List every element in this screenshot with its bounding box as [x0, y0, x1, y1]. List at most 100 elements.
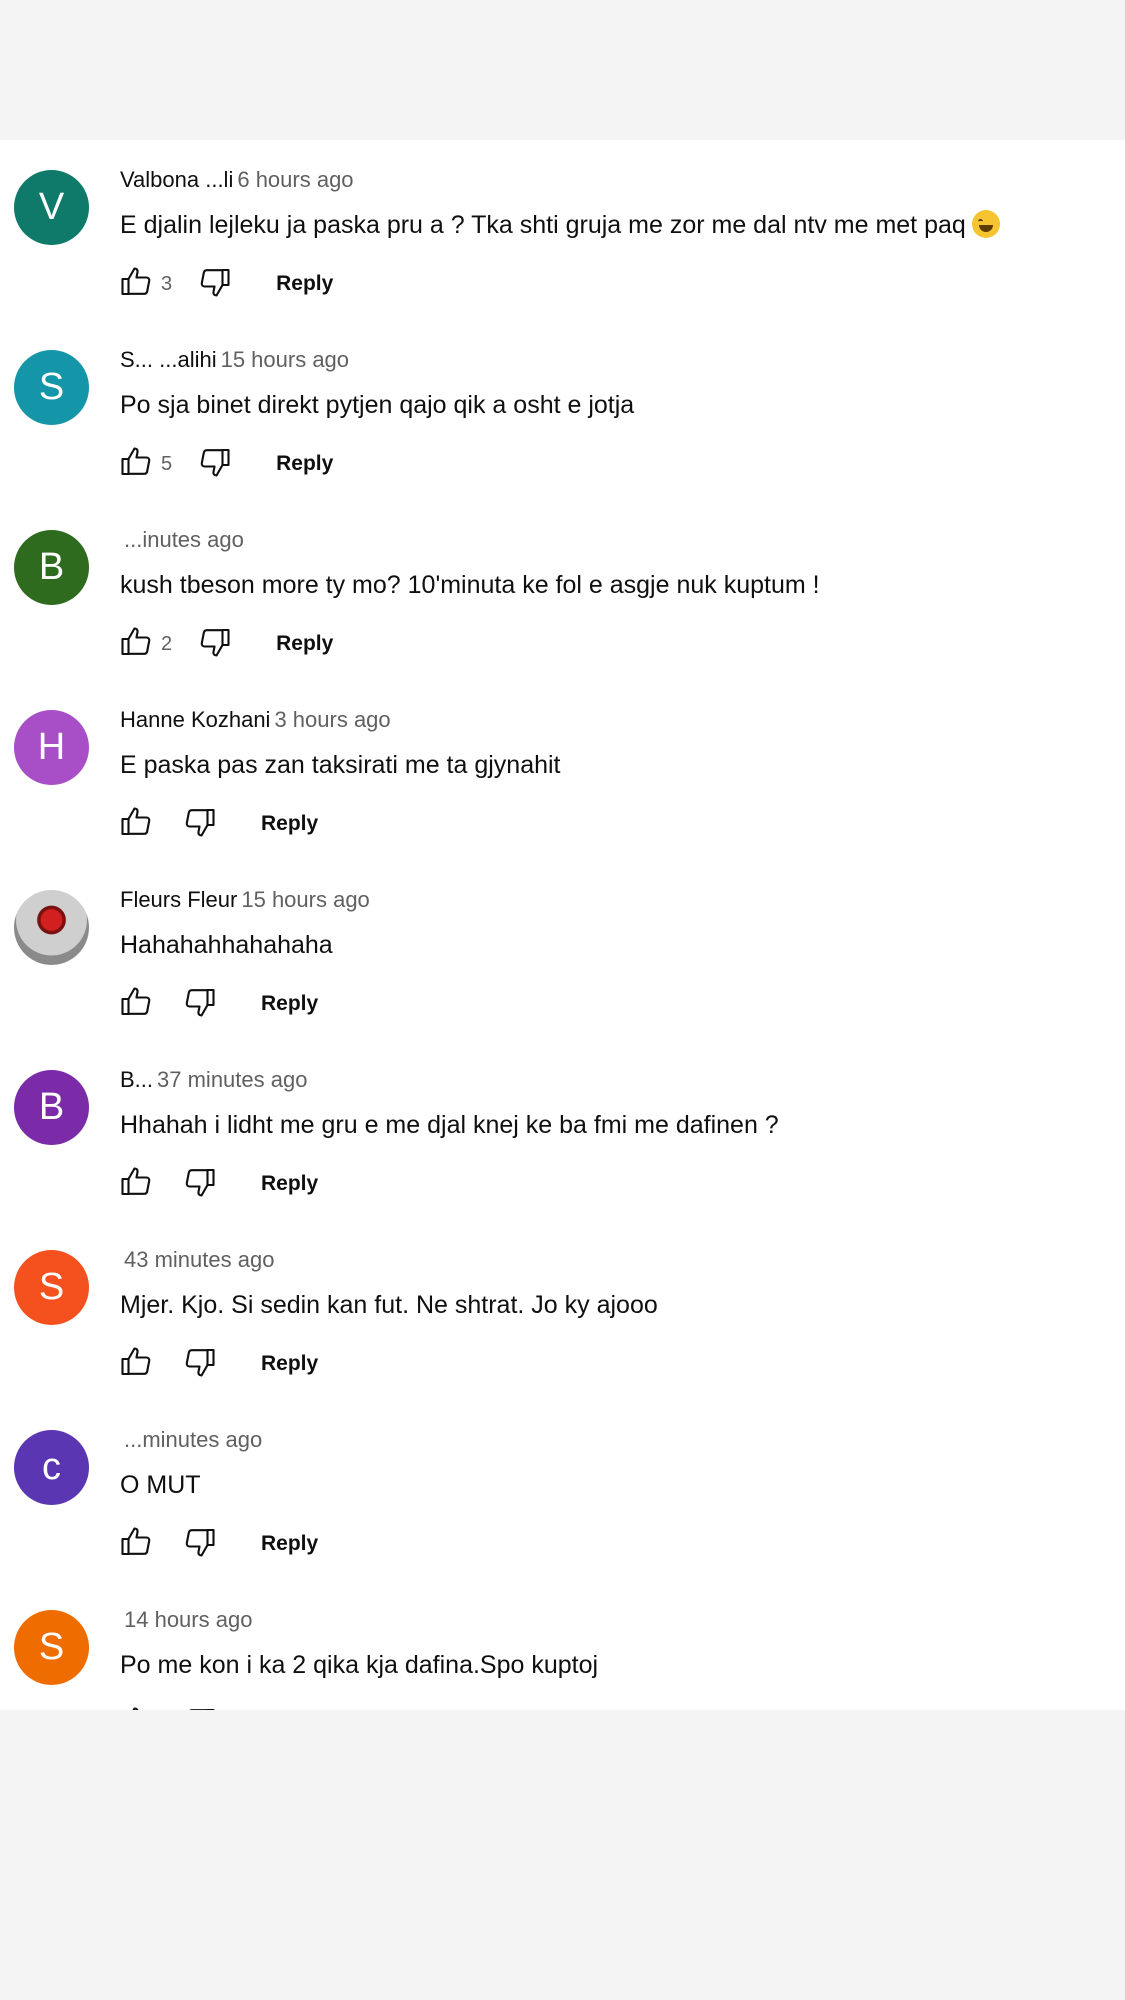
dislike-button[interactable]: [196, 625, 234, 663]
comment-text: Po me kon i ka 2 qika kja dafina.Spo kup…: [120, 1648, 598, 1682]
comment-actions: Reply: [117, 982, 318, 1026]
comment-header: ...inutes ago: [120, 525, 244, 555]
avatar[interactable]: S: [14, 350, 89, 425]
comment-time[interactable]: 43 minutes ago: [124, 1247, 274, 1272]
sweat-smile-emoji-icon: [971, 210, 1000, 238]
comment-item: B ...inutes ago kush tbeson more ty mo? 10…: [0, 520, 1125, 700]
avatar[interactable]: c: [14, 1430, 89, 1505]
comment-text-content: Po sja binet direkt pytjen qajo qik a os…: [120, 391, 635, 419]
comment-header: 14 hours ago: [120, 1605, 252, 1635]
comment-time[interactable]: 37 minutes ago: [157, 1067, 307, 1092]
like-count: 5: [161, 452, 173, 475]
comment-text: Po sja binet direkt pytjen qajo qik a os…: [120, 388, 634, 422]
comment-header: B... 37 minutes ago: [120, 1065, 307, 1095]
comment-text-content: kush tbeson more ty mo? 10'minuta ke fol…: [120, 571, 820, 599]
comment-text: Hahahahhahahaha: [120, 928, 333, 962]
comment-actions: Reply: [117, 1702, 318, 1710]
thumbs-up-icon: [118, 1344, 154, 1385]
like-button[interactable]: [117, 625, 155, 663]
author-name[interactable]: Fleurs Fleur: [120, 887, 237, 912]
thumbs-up-icon: [118, 804, 154, 845]
comment-time[interactable]: 15 hours ago: [221, 347, 349, 372]
thumbs-up-icon: [118, 1524, 154, 1565]
dislike-button[interactable]: [181, 985, 219, 1023]
comment-time[interactable]: ...inutes ago: [124, 527, 244, 552]
avatar[interactable]: H: [14, 710, 89, 785]
dislike-button[interactable]: [196, 265, 234, 303]
comment-time[interactable]: 3 hours ago: [274, 707, 390, 732]
dislike-button[interactable]: [181, 1705, 219, 1710]
comment-time[interactable]: ...minutes ago: [124, 1427, 262, 1452]
like-button[interactable]: [117, 1705, 155, 1710]
comment-text-content: E djalin lejleku ja paska pru a ? Tka sh…: [120, 211, 966, 239]
comment-header: Valbona ...li 6 hours ago: [120, 165, 354, 195]
comment-time[interactable]: 15 hours ago: [241, 887, 369, 912]
author-name[interactable]: Valbona ...li: [120, 167, 233, 192]
thumbs-down-icon: [182, 1704, 218, 1710]
thumbs-down-icon: [197, 444, 233, 485]
comment-text: Hhahah i lidht me gru e me djal knej ke …: [120, 1108, 779, 1142]
avatar[interactable]: B: [14, 1070, 89, 1145]
comment-text-content: E paska pas zan taksirati me ta gjynahit: [120, 751, 561, 779]
comment-text-content: Hahahahhahahaha: [120, 931, 333, 959]
comment-actions: 5 Reply: [117, 442, 333, 486]
author-name[interactable]: B...: [120, 1067, 153, 1092]
like-count: 2: [161, 632, 173, 655]
comment-time[interactable]: 14 hours ago: [124, 1607, 252, 1632]
reply-button[interactable]: Reply: [276, 632, 333, 656]
reply-button[interactable]: Reply: [261, 1532, 318, 1556]
like-button[interactable]: [117, 1525, 155, 1563]
dislike-button[interactable]: [181, 1525, 219, 1563]
reply-button[interactable]: Reply: [276, 452, 333, 476]
avatar[interactable]: V: [14, 170, 89, 245]
reply-button[interactable]: Reply: [261, 1172, 318, 1196]
comment-actions: 2 Reply: [117, 622, 333, 666]
thumbs-down-icon: [182, 1164, 218, 1205]
dislike-button[interactable]: [181, 805, 219, 843]
like-button[interactable]: [117, 445, 155, 483]
comment-header: ...minutes ago: [120, 1425, 262, 1455]
reply-button[interactable]: Reply: [276, 272, 333, 296]
like-button[interactable]: [117, 1345, 155, 1383]
comment-header: S... ...alihi 15 hours ago: [120, 345, 349, 375]
avatar[interactable]: S: [14, 1250, 89, 1325]
thumbs-down-icon: [197, 264, 233, 305]
comments-panel: V Valbona ...li 6 hours ago E djalin lejlek…: [0, 140, 1125, 1710]
comment-item: Fleurs Fleur 15 hours ago Hahahahhahahaha R…: [0, 880, 1125, 1060]
avatar[interactable]: S: [14, 1610, 89, 1685]
avatar[interactable]: [14, 890, 89, 965]
thumbs-down-icon: [182, 1524, 218, 1565]
comment-item: S 14 hours ago Po me kon i ka 2 qika kja d…: [0, 1600, 1125, 1710]
comment-time[interactable]: 6 hours ago: [237, 167, 353, 192]
comment-item: c ...minutes ago O MUT Reply: [0, 1420, 1125, 1600]
thumbs-up-icon: [118, 1704, 154, 1710]
thumbs-down-icon: [197, 624, 233, 665]
thumbs-up-icon: [118, 624, 154, 665]
comment-text: Mjer. Kjo. Si sedin kan fut. Ne shtrat. …: [120, 1288, 658, 1322]
comment-actions: 3 Reply: [117, 262, 333, 306]
like-button[interactable]: [117, 265, 155, 303]
author-name[interactable]: S... ...alihi: [120, 347, 217, 372]
comment-text: E djalin lejleku ja paska pru a ? Tka sh…: [120, 208, 1000, 242]
thumbs-down-icon: [182, 1344, 218, 1385]
comment-text: kush tbeson more ty mo? 10'minuta ke fol…: [120, 568, 820, 602]
like-count: 3: [161, 272, 173, 295]
thumbs-up-icon: [118, 264, 154, 305]
comment-text-content: O MUT: [120, 1471, 201, 1499]
author-name[interactable]: Hanne Kozhani: [120, 707, 270, 732]
like-button[interactable]: [117, 985, 155, 1023]
comment-actions: Reply: [117, 1162, 318, 1206]
thumbs-up-icon: [118, 444, 154, 485]
reply-button[interactable]: Reply: [261, 1352, 318, 1376]
reply-button[interactable]: Reply: [261, 992, 318, 1016]
thumbs-up-icon: [118, 1164, 154, 1205]
dislike-button[interactable]: [181, 1165, 219, 1203]
like-button[interactable]: [117, 805, 155, 843]
avatar[interactable]: B: [14, 530, 89, 605]
dislike-button[interactable]: [181, 1345, 219, 1383]
dislike-button[interactable]: [196, 445, 234, 483]
comment-text: O MUT: [120, 1468, 201, 1502]
comment-actions: Reply: [117, 1342, 318, 1386]
reply-button[interactable]: Reply: [261, 812, 318, 836]
like-button[interactable]: [117, 1165, 155, 1203]
